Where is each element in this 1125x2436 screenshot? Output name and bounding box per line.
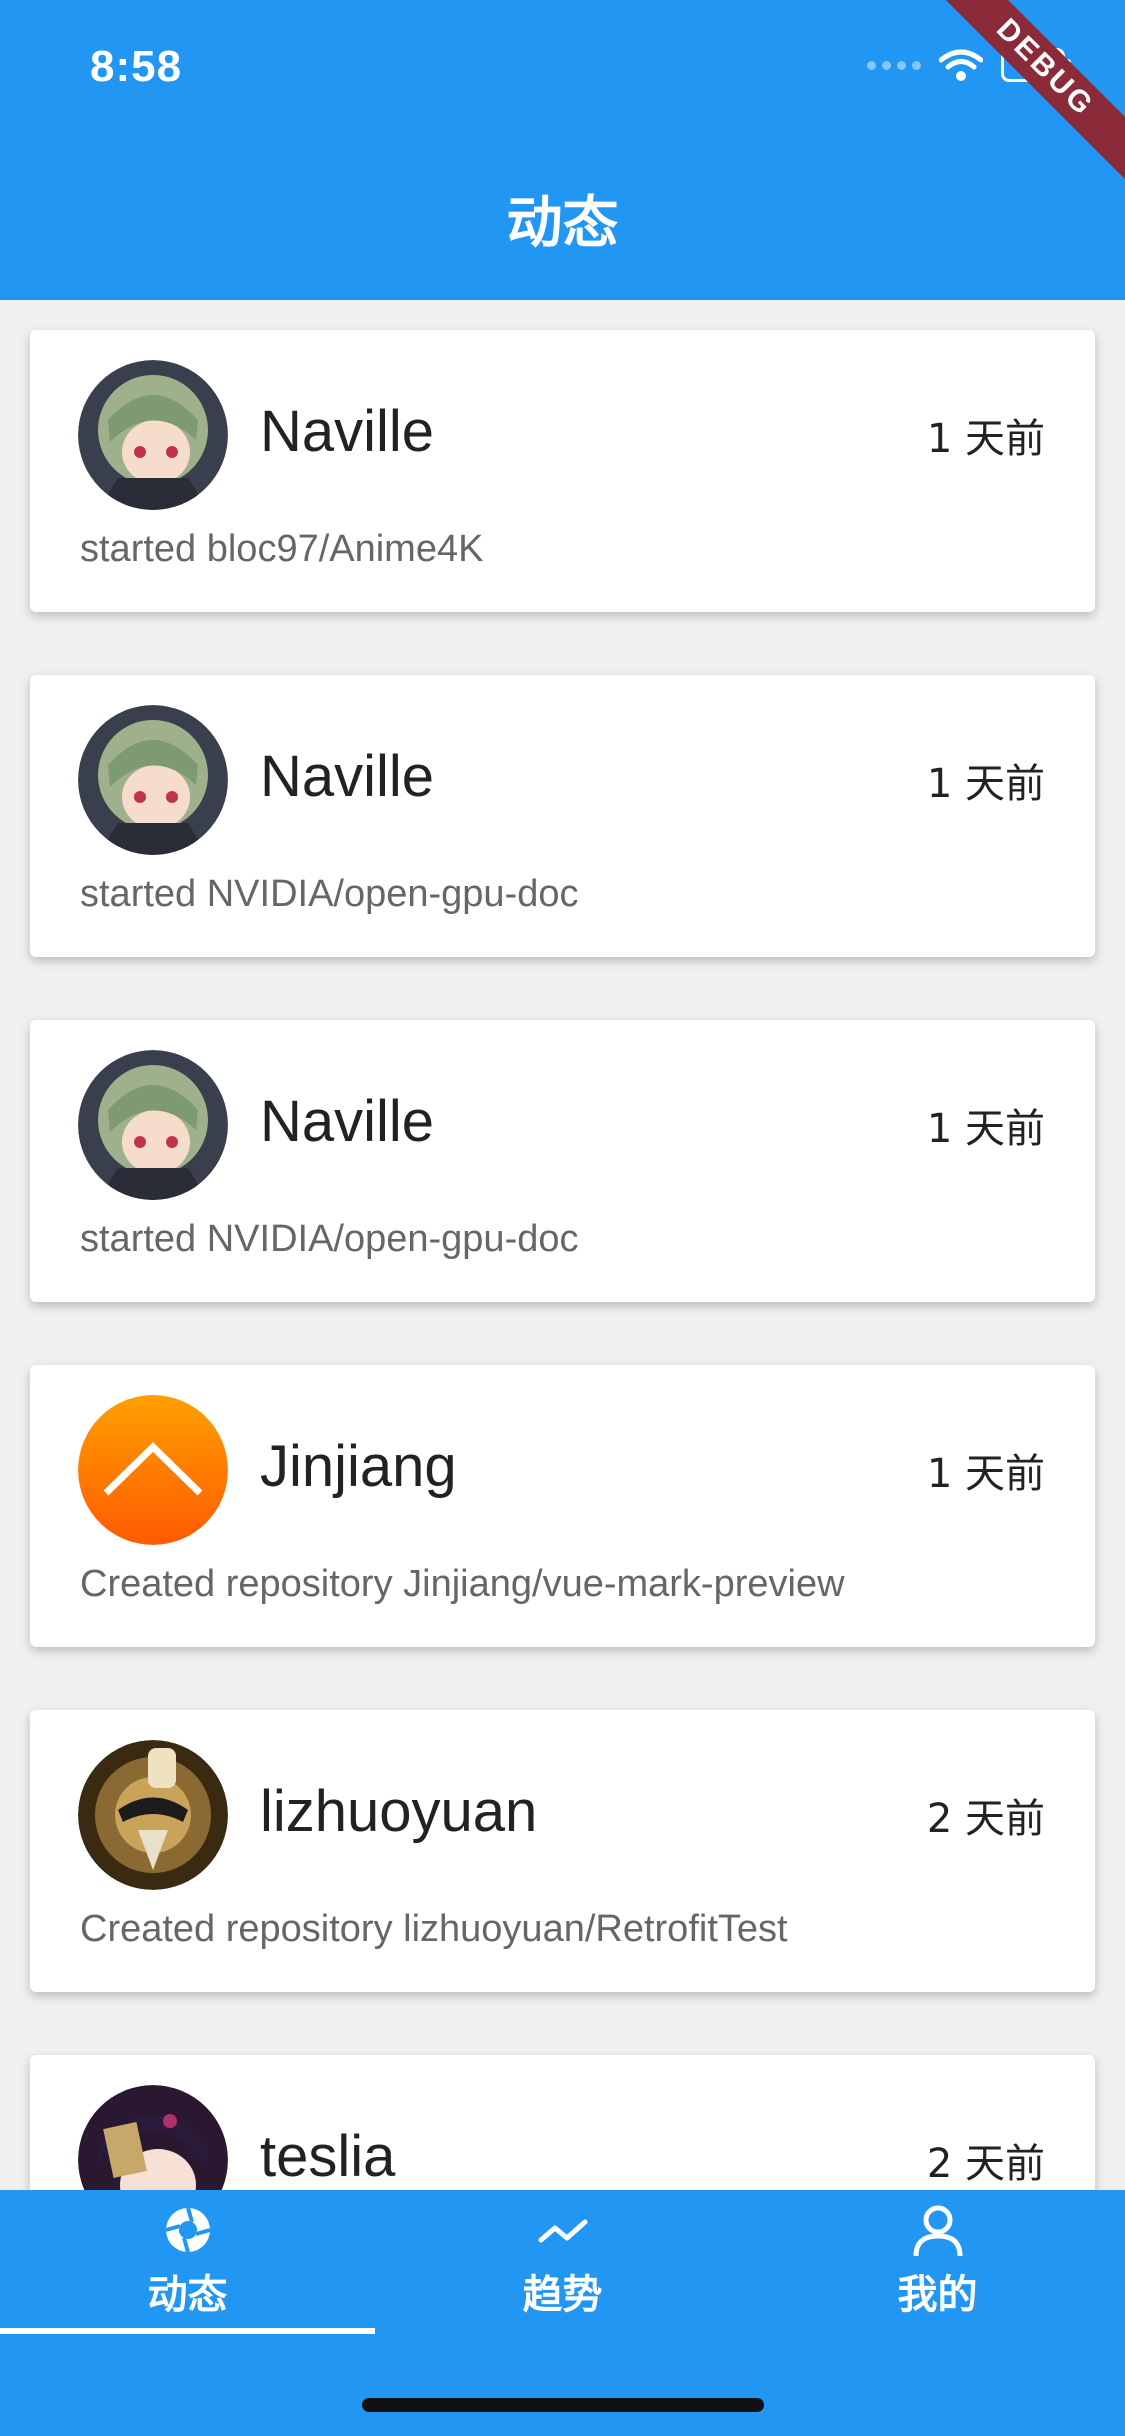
- event-time: 2 天前: [926, 1796, 1045, 1842]
- event-card[interactable]: Naville 1 天前 started bloc97/Anime4K: [30, 330, 1095, 612]
- event-action: started bloc97/Anime4K: [80, 528, 484, 570]
- event-card[interactable]: Naville 1 天前 started NVIDIA/open-gpu-doc: [30, 675, 1095, 957]
- event-time: 1 天前: [926, 1451, 1045, 1497]
- user-avatar[interactable]: [78, 1050, 228, 1200]
- event-time: 2 天前: [926, 2141, 1045, 2187]
- username[interactable]: Naville: [260, 743, 434, 810]
- page-title: 动态: [506, 191, 619, 256]
- event-time: 1 天前: [926, 416, 1045, 462]
- event-feed[interactable]: Naville 1 天前 started bloc97/Anime4K Navi…: [0, 300, 1125, 2190]
- user-avatar[interactable]: [78, 705, 228, 855]
- event-action: started NVIDIA/open-gpu-doc: [80, 1218, 579, 1260]
- user-avatar[interactable]: [78, 2085, 228, 2190]
- event-card[interactable]: teslia 2 天前: [30, 2055, 1095, 2190]
- username[interactable]: teslia: [260, 2123, 395, 2190]
- user-avatar[interactable]: [78, 1740, 228, 1890]
- aperture-icon: [164, 2207, 211, 2253]
- tab-label: 动态: [147, 2272, 228, 2318]
- wifi-icon: [939, 49, 983, 81]
- tab-trend[interactable]: 趋势: [375, 2200, 750, 2320]
- status-time: 8:58: [90, 42, 183, 91]
- username[interactable]: Naville: [260, 398, 434, 465]
- event-card[interactable]: lizhuoyuan 2 天前 Created repository lizhu…: [30, 1710, 1095, 1992]
- event-time: 1 天前: [926, 761, 1045, 807]
- app-bar: 8:58 动态 DEBUG: [0, 0, 1125, 300]
- bottom-nav: 动态 趋势 我的: [0, 2190, 1125, 2436]
- event-card[interactable]: Jinjiang 1 天前 Created repository Jinjian…: [30, 1365, 1095, 1647]
- event-action: started NVIDIA/open-gpu-doc: [80, 873, 579, 915]
- debug-banner: DEBUG: [923, 0, 1125, 190]
- home-indicator[interactable]: [362, 2398, 764, 2412]
- username[interactable]: lizhuoyuan: [260, 1778, 537, 1845]
- event-card[interactable]: Naville 1 天前 started NVIDIA/open-gpu-doc: [30, 1020, 1095, 1302]
- user-avatar[interactable]: [78, 360, 228, 510]
- tab-label: 趋势: [522, 2272, 603, 2318]
- username[interactable]: Naville: [260, 1088, 434, 1155]
- person-icon: [913, 2205, 962, 2257]
- signal-icon: [867, 60, 921, 70]
- tab-events[interactable]: 动态: [0, 2200, 375, 2320]
- tab-label: 我的: [897, 2272, 978, 2318]
- username[interactable]: Jinjiang: [260, 1433, 457, 1500]
- event-action: Created repository Jinjiang/vue-mark-pre…: [80, 1563, 845, 1605]
- user-avatar[interactable]: [78, 1395, 228, 1545]
- event-time: 1 天前: [926, 1106, 1045, 1152]
- tab-indicator: [0, 2328, 375, 2334]
- event-action: Created repository lizhuoyuan/RetrofitTe…: [80, 1908, 788, 1950]
- trend-icon: [538, 2219, 587, 2243]
- tab-mine[interactable]: 我的: [750, 2200, 1125, 2320]
